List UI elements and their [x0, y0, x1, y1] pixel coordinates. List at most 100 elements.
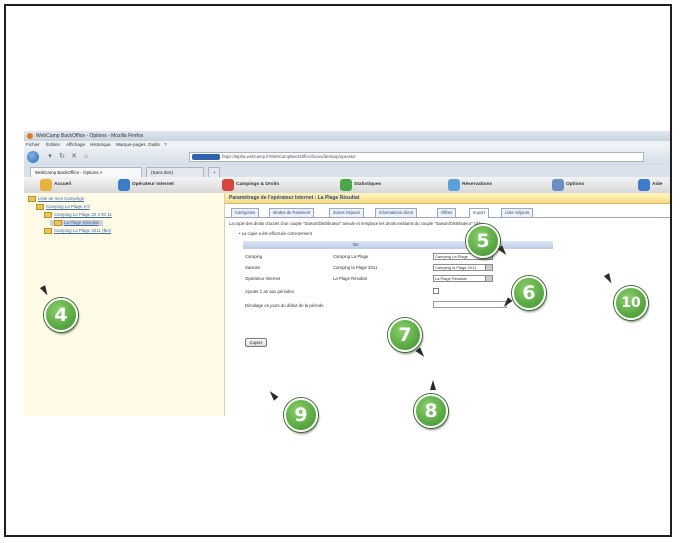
menu-item[interactable]: ?: [164, 142, 167, 147]
tree-label: Camping La Plage 20 3 40 11: [54, 212, 112, 218]
folder-icon: [36, 204, 44, 210]
nav-accueil[interactable]: Accueil: [40, 179, 71, 191]
nav-label: Statistiques: [354, 182, 382, 187]
dropdown-arrow-icon[interactable]: ▾: [46, 153, 54, 161]
table-row: Saisons Camping la Plage 2011 Camping la…: [243, 263, 553, 273]
tree-item-selected[interactable]: La Plage Résultat: [50, 220, 103, 226]
chevron-down-icon[interactable]: [485, 276, 492, 281]
chevron-down-icon[interactable]: [485, 265, 492, 270]
stop-icon[interactable]: ✕: [70, 153, 78, 161]
url-text: https://alpha.webcamp.fr/WebCampBackOffi…: [222, 154, 356, 159]
nav-aide[interactable]: Aide: [638, 179, 663, 191]
tab-offres[interactable]: Offres: [437, 208, 457, 217]
select-value: Camping la Plage 2011: [435, 265, 477, 270]
nav-options[interactable]: Options: [552, 179, 585, 191]
menu-item[interactable]: Édition: [46, 142, 60, 147]
back-button[interactable]: [27, 151, 39, 163]
menu-item[interactable]: Marque-pages: [116, 142, 146, 147]
nav-operateur-internet[interactable]: Opérateur Internet: [118, 179, 174, 191]
tab-label: WebCamp BackOffice - Options: [35, 170, 99, 175]
folder-icon: [54, 220, 62, 226]
target-select[interactable]: Camping la Plage 2011: [433, 264, 493, 271]
column-header-from: De: [353, 242, 359, 247]
app-navigation-bar: Accueil Opérateur Internet Campings & Dr…: [24, 177, 670, 194]
tree-label: La Plage Résultat: [64, 220, 99, 226]
window-title: WebCamp BackOffice - Options - Mozilla F…: [36, 133, 144, 139]
tree-item[interactable]: Camping La Plage 20 3 40 11: [44, 212, 112, 218]
panel-title: Paramétrage de l'opérateur Internet : La…: [225, 193, 670, 204]
add-year-label: Ajouter 1 an aux périodes: [245, 289, 294, 294]
tab-import[interactable]: Import: [469, 208, 489, 218]
panel-tabs: Catégories Modes de Paiement Zones Séjou…: [225, 207, 670, 218]
tab-label: (Sans titre): [151, 170, 174, 175]
menu-item[interactable]: Affichage: [66, 142, 85, 147]
address-bar[interactable]: https://alpha.webcamp.fr/WebCampBackOffi…: [189, 152, 644, 162]
browser-tab-active[interactable]: WebCamp BackOffice - Options ×: [30, 167, 142, 177]
tab-zones-sejours[interactable]: Zones Séjours: [329, 208, 364, 217]
target-select[interactable]: La Plage Résultat: [433, 275, 493, 282]
chart-icon: [340, 179, 352, 191]
navigation-toolbar: ▾ ↻ ✕ ⌂ https://alpha.webcamp.fr/WebCamp…: [24, 149, 670, 165]
nav-label: Campings & Droits: [236, 182, 280, 187]
folder-icon: [44, 228, 52, 234]
select-value: Camping La Plage: [435, 254, 468, 259]
copy-description: La copie des droits d'accès d'un couple …: [229, 221, 484, 226]
table-row: Opérateur Internet La Plage Résultat La …: [243, 274, 553, 284]
folder-icon: [44, 212, 52, 218]
nav-reservations[interactable]: Réservations: [448, 179, 492, 191]
tab-liste-sejours[interactable]: Liste Séjours: [501, 208, 534, 217]
callout-badge-9: 9: [284, 398, 318, 432]
tab-modes-paiement[interactable]: Modes de Paiement: [269, 208, 315, 217]
firefox-icon: [27, 133, 33, 139]
callout-badge-7: 7: [388, 318, 422, 352]
table-header: De Dans: [243, 241, 553, 249]
tab-informations-client[interactable]: Informations client: [375, 208, 417, 217]
row-label: Saisons: [245, 265, 261, 270]
browser-tab-strip: WebCamp BackOffice - Options × (Sans tit…: [24, 165, 670, 177]
menu-item[interactable]: Fichier: [26, 142, 40, 147]
nav-statistiques[interactable]: Statistiques: [340, 179, 382, 191]
row-label: Camping: [245, 254, 263, 259]
tree-label: Liste de mes Campings: [38, 196, 84, 202]
row-from-value: Camping la Plage 2011: [333, 265, 378, 270]
row-from-value: La Plage Résultat: [333, 276, 367, 281]
browser-screenshot: WebCamp BackOffice - Options - Mozilla F…: [24, 131, 670, 416]
nav-campings-droits[interactable]: Campings & Droits: [222, 179, 280, 191]
add-year-checkbox[interactable]: [433, 288, 439, 294]
row-label: Opérateur Internet: [245, 276, 281, 281]
tree-item[interactable]: Camping La Plage 2-3: [36, 204, 90, 210]
copy-button[interactable]: Copier: [245, 338, 267, 347]
status-message: • La copie a été effectuée correctement: [239, 231, 312, 236]
pencil-icon: [448, 179, 460, 191]
options-panel: Paramétrage de l'opérateur Internet : La…: [225, 193, 670, 416]
row-from-value: Camping La Plage: [333, 254, 369, 259]
callout-badge-5: 5: [466, 224, 500, 258]
select-value: La Plage Résultat: [435, 276, 467, 281]
menu-item[interactable]: Historique: [90, 142, 111, 147]
callout-badge-4: 4: [44, 298, 78, 332]
help-icon: [638, 179, 650, 191]
options-icon: [552, 179, 564, 191]
site-identity-icon[interactable]: [192, 154, 220, 160]
tree-root[interactable]: Liste de mes Campings: [28, 196, 84, 202]
reload-icon[interactable]: ↻: [58, 153, 66, 161]
close-icon[interactable]: ×: [100, 170, 103, 175]
menu-item[interactable]: Outils: [148, 142, 160, 147]
nav-label: Options: [566, 182, 585, 187]
home-icon: [40, 179, 52, 191]
nav-label: Opérateur Internet: [132, 182, 174, 187]
tab-categories[interactable]: Catégories: [231, 208, 260, 217]
menu-bar: Fichier Édition Affichage Historique Mar…: [24, 141, 670, 149]
shift-days-input[interactable]: [433, 301, 507, 308]
callout-badge-10: 10: [614, 286, 648, 320]
tent-icon: [222, 179, 234, 191]
home-icon[interactable]: ⌂: [82, 153, 90, 161]
figure-frame: WebCamp BackOffice - Options - Mozilla F…: [4, 4, 672, 537]
callout-badge-6: 6: [512, 276, 546, 310]
nav-label: Aide: [652, 182, 663, 187]
new-tab-button[interactable]: +: [208, 167, 220, 177]
callout-pointer: [430, 380, 436, 390]
tree-item[interactable]: Camping La Plage 2011 (Bis): [44, 228, 111, 234]
browser-tab[interactable]: (Sans titre): [146, 167, 204, 177]
tree-label: Camping La Plage 2011 (Bis): [54, 228, 112, 234]
